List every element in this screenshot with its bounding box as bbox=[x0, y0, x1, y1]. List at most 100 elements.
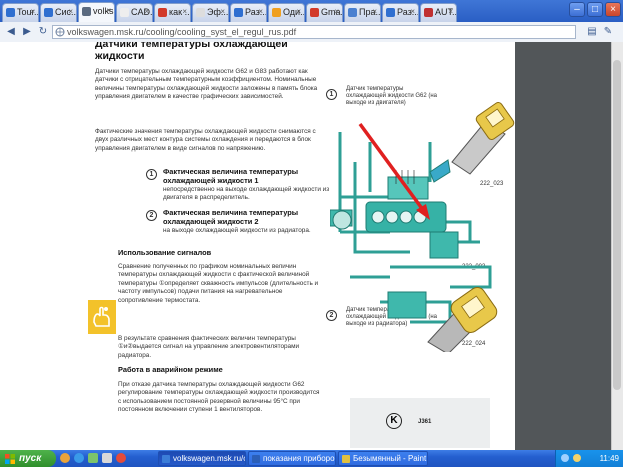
item-number: 1 bbox=[146, 169, 157, 180]
item-number: 2 bbox=[146, 210, 157, 221]
maximize-button[interactable]: □ bbox=[587, 2, 603, 17]
quicklaunch-icon[interactable] bbox=[74, 453, 84, 463]
pdf-viewer: Датчики температуры охлаждающей жидкости… bbox=[0, 42, 611, 450]
item-text: на выходе охлаждающей жидкости из радиат… bbox=[163, 227, 311, 234]
page-menu-icon[interactable]: ▤ bbox=[585, 25, 599, 39]
taskbar-button-paint[interactable]: Безымянный - Paint bbox=[338, 451, 428, 466]
taskbar-button-word[interactable]: показания приборо... bbox=[248, 451, 336, 466]
tab-label: Раз... bbox=[397, 7, 419, 17]
taskbar-button-label: volkswagen.msk.ru/c... bbox=[173, 454, 246, 463]
tab-label: как ... bbox=[169, 7, 191, 17]
favicon-icon bbox=[120, 8, 129, 17]
favicon-icon bbox=[82, 7, 91, 16]
browser-icon bbox=[162, 455, 170, 463]
tab-label: Tour... bbox=[17, 7, 39, 17]
browser-tab[interactable]: Gma...× bbox=[306, 3, 343, 22]
marker-1: 1 bbox=[326, 89, 337, 100]
paint-icon bbox=[342, 455, 350, 463]
tab-close-icon[interactable]: × bbox=[334, 7, 339, 16]
relay-label: J361 bbox=[418, 419, 432, 425]
favicon-icon bbox=[424, 8, 433, 17]
quicklaunch-icon[interactable] bbox=[102, 453, 112, 463]
tab-label: Раз... bbox=[245, 7, 267, 17]
favicon-icon bbox=[386, 8, 395, 17]
signals-paragraph: Сравнение полученных по графиком номинал… bbox=[118, 263, 319, 304]
address-toolbar: ◀ ▶ ↻ volkswagen.msk.ru/cooling/cooling_… bbox=[0, 22, 623, 43]
page-margin bbox=[0, 42, 86, 450]
item-heading: Фактическая величина температуры охлажда… bbox=[163, 167, 299, 185]
globe-icon bbox=[55, 27, 65, 37]
tab-close-icon[interactable]: × bbox=[68, 7, 73, 16]
favicon-icon bbox=[272, 8, 281, 17]
tab-label: Эф... bbox=[207, 7, 229, 17]
browser-tab[interactable]: Пра... × bbox=[344, 3, 381, 22]
tab-close-icon[interactable]: × bbox=[220, 7, 225, 16]
tab-label: Оди... bbox=[283, 7, 305, 17]
close-button[interactable]: × bbox=[605, 2, 621, 17]
browser-tab[interactable]: Сис... × bbox=[40, 3, 77, 22]
tab-close-icon[interactable]: × bbox=[106, 6, 111, 15]
browser-tab[interactable]: CAD...× bbox=[116, 3, 153, 22]
favicon-icon bbox=[196, 8, 205, 17]
back-icon[interactable]: ◀ bbox=[4, 25, 18, 39]
browser-tab[interactable]: Эф... × bbox=[192, 3, 229, 22]
cooling-diagram bbox=[330, 102, 515, 352]
quicklaunch-icon[interactable] bbox=[88, 453, 98, 463]
tab-close-icon[interactable]: × bbox=[372, 7, 377, 16]
tab-close-icon[interactable]: × bbox=[182, 7, 187, 16]
tab-label: volks... bbox=[93, 6, 114, 16]
network-icon[interactable] bbox=[561, 454, 569, 462]
taskbar-button-browser[interactable]: volkswagen.msk.ru/c... bbox=[158, 451, 246, 466]
quicklaunch-icon[interactable] bbox=[60, 453, 70, 463]
section-heading: Использование сигналов bbox=[118, 248, 212, 257]
browser-tab[interactable]: Оди...× bbox=[268, 3, 305, 22]
taskbar-button-label: показания приборо... bbox=[263, 454, 336, 463]
minimize-button[interactable]: – bbox=[569, 2, 585, 17]
tab-close-icon[interactable]: × bbox=[144, 7, 149, 16]
item-heading: Фактическая величина температуры охлажда… bbox=[163, 208, 299, 226]
taskbar: пуск volkswagen.msk.ru/c... показания пр… bbox=[0, 450, 623, 467]
relay-symbol: K bbox=[386, 413, 402, 429]
taskbar-button-label: Безымянный - Paint bbox=[353, 454, 427, 463]
favicon-icon bbox=[44, 8, 53, 17]
windows-logo-icon bbox=[5, 454, 15, 464]
item-text: непосредственно на выходе охлаждающей жи… bbox=[163, 186, 330, 202]
document-icon bbox=[252, 455, 260, 463]
tab-close-icon[interactable]: × bbox=[258, 7, 263, 16]
page-title: Датчики температуры охлаждающей жидкости bbox=[95, 42, 288, 62]
start-button[interactable]: пуск bbox=[0, 450, 56, 467]
browser-tab[interactable]: AUT...× bbox=[420, 3, 457, 22]
tab-label: Пра... bbox=[359, 7, 381, 17]
tab-label: Сис... bbox=[55, 7, 77, 17]
favicon-icon bbox=[6, 8, 15, 17]
browser-tab[interactable]: Tour...× bbox=[2, 3, 39, 22]
browser-tab[interactable]: Раз... × bbox=[230, 3, 267, 22]
start-label: пуск bbox=[19, 453, 42, 464]
url-field[interactable]: volkswagen.msk.ru/cooling/cooling_syst_e… bbox=[52, 25, 576, 39]
emergency-paragraph: При отказе датчика температуры охлаждающ… bbox=[118, 381, 320, 414]
section-heading: Работа в аварийном режиме bbox=[118, 365, 223, 374]
browser-tab[interactable]: Раз... × bbox=[382, 3, 419, 22]
volume-icon[interactable] bbox=[573, 454, 581, 462]
values-paragraph: Фактические значения температуры охлажда… bbox=[95, 128, 316, 152]
tab-label: AUT... bbox=[435, 7, 457, 17]
scrollbar-thumb[interactable] bbox=[613, 60, 621, 390]
favicon-icon bbox=[310, 8, 319, 17]
favicon-icon bbox=[158, 8, 167, 17]
favicon-icon bbox=[348, 8, 357, 17]
quicklaunch-icon[interactable] bbox=[116, 453, 126, 463]
tab-label: Gma... bbox=[321, 7, 343, 17]
browser-tab[interactable]: volks...× bbox=[78, 2, 115, 22]
browser-tab[interactable]: как ... × bbox=[154, 3, 191, 22]
favicon-icon bbox=[234, 8, 243, 17]
forward-icon[interactable]: ▶ bbox=[20, 25, 34, 39]
system-tray: 11:49 bbox=[555, 450, 623, 467]
tab-close-icon[interactable]: × bbox=[448, 7, 453, 16]
tab-close-icon[interactable]: × bbox=[30, 7, 35, 16]
tab-close-icon[interactable]: × bbox=[410, 7, 415, 16]
reload-icon[interactable]: ↻ bbox=[36, 25, 50, 39]
wrench-icon[interactable]: ✎ bbox=[601, 25, 615, 39]
tab-close-icon[interactable]: × bbox=[296, 7, 301, 16]
intro-paragraph: Датчики температуры охлаждающей жидкости… bbox=[95, 68, 318, 101]
window-controls: – □ × bbox=[569, 2, 621, 18]
